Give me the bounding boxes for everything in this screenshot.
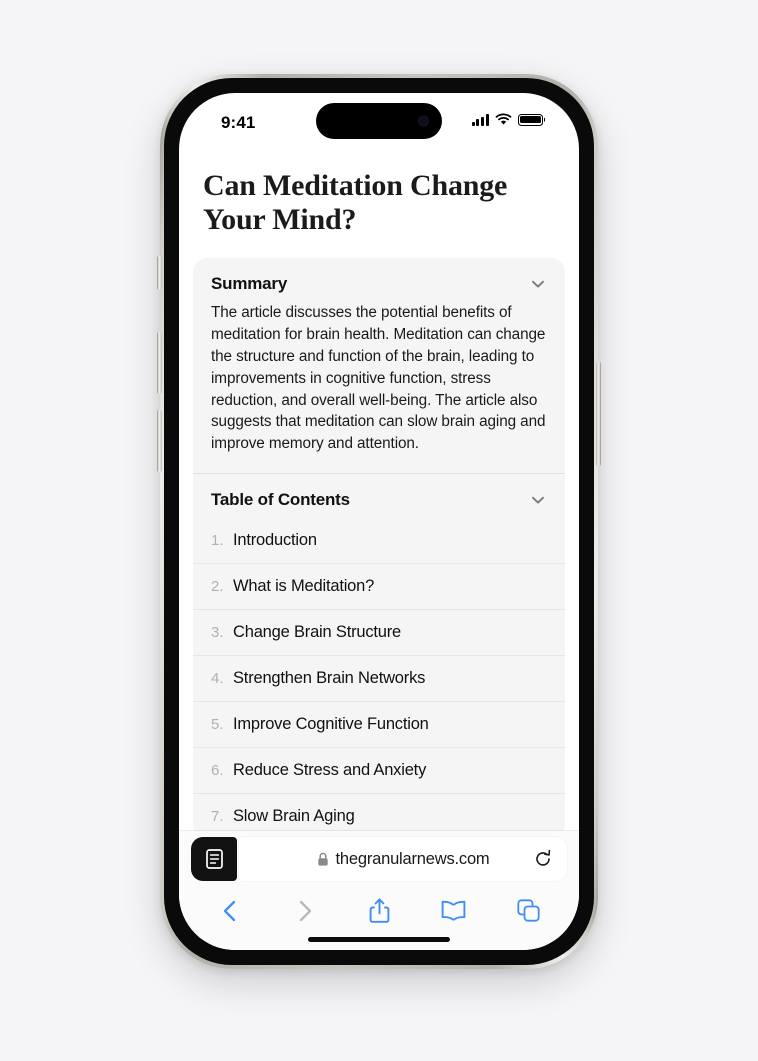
page-title: Can Meditation Change Your Mind? bbox=[203, 169, 508, 236]
summary-heading: Summary bbox=[211, 274, 288, 294]
status-bar-time: 9:41 bbox=[221, 113, 256, 132]
reader-mode-icon bbox=[205, 849, 223, 869]
power-button[interactable] bbox=[596, 362, 601, 466]
front-camera-icon bbox=[418, 115, 429, 127]
cellular-signal-icon bbox=[471, 114, 489, 126]
chevron-right-icon bbox=[299, 900, 311, 921]
list-item[interactable]: 3. Change Brain Structure bbox=[193, 609, 565, 655]
book-icon bbox=[441, 900, 466, 921]
toc-item-label: Improve Cognitive Function bbox=[233, 715, 429, 734]
table-of-contents-list: 1. Introduction 2. What is Meditation? 3… bbox=[193, 518, 565, 839]
lock-icon bbox=[317, 852, 328, 866]
status-bar: 9:41 bbox=[179, 93, 579, 149]
reader-summary-card: Summary The article discusses the potent… bbox=[193, 258, 565, 840]
list-item[interactable]: 2. What is Meditation? bbox=[193, 563, 565, 609]
toc-item-label: Introduction bbox=[233, 531, 317, 550]
chevron-left-icon bbox=[223, 900, 236, 921]
toc-item-number: 3. bbox=[211, 624, 224, 642]
volume-up-button[interactable] bbox=[157, 332, 162, 394]
toc-item-number: 2. bbox=[211, 578, 224, 596]
list-item[interactable]: 1. Introduction bbox=[193, 518, 565, 563]
iphone-device: 9:41 Can Meditation Change Your Mind? Su… bbox=[157, 74, 601, 969]
phone-bezel: 9:41 Can Meditation Change Your Mind? Su… bbox=[164, 78, 594, 965]
browser-bottom-bar: thegranularnews.com bbox=[179, 831, 579, 950]
chevron-down-icon[interactable] bbox=[529, 275, 547, 293]
battery-full-icon bbox=[518, 113, 543, 126]
address-bar-row: thegranularnews.com bbox=[191, 837, 567, 881]
tabs-button[interactable] bbox=[511, 894, 545, 928]
share-icon bbox=[369, 898, 389, 923]
toc-item-label: What is Meditation? bbox=[233, 577, 375, 596]
back-button[interactable] bbox=[213, 894, 247, 928]
reload-icon[interactable] bbox=[533, 849, 553, 869]
wifi-icon bbox=[495, 113, 512, 125]
summary-section-header[interactable]: Summary bbox=[193, 258, 565, 302]
dynamic-island bbox=[316, 103, 442, 139]
chevron-down-icon[interactable] bbox=[529, 491, 547, 509]
summary-text: The article discusses the potential bene… bbox=[211, 304, 546, 453]
share-button[interactable] bbox=[362, 894, 396, 928]
toc-item-label: Reduce Stress and Anxiety bbox=[233, 761, 427, 780]
url-input[interactable]: thegranularnews.com bbox=[239, 837, 567, 881]
toc-item-number: 4. bbox=[211, 670, 224, 688]
reader-mode-button[interactable] bbox=[191, 837, 237, 881]
toc-item-number: 6. bbox=[211, 762, 224, 780]
toc-item-number: 7. bbox=[211, 808, 224, 826]
toc-item-label: Strengthen Brain Networks bbox=[233, 669, 426, 688]
list-item[interactable]: 5. Improve Cognitive Function bbox=[193, 701, 565, 747]
toc-item-number: 5. bbox=[211, 716, 224, 734]
toc-item-label: Change Brain Structure bbox=[233, 623, 402, 642]
browser-toolbar bbox=[179, 881, 579, 933]
toc-section-header[interactable]: Table of Contents bbox=[193, 474, 565, 518]
bookmarks-button[interactable] bbox=[437, 894, 471, 928]
web-page-content: Can Meditation Change Your Mind? Summary… bbox=[179, 149, 579, 950]
list-item[interactable]: 6. Reduce Stress and Anxiety bbox=[193, 747, 565, 793]
home-indicator bbox=[308, 937, 450, 942]
toc-heading: Table of Contents bbox=[211, 490, 350, 510]
list-item[interactable]: 4. Strengthen Brain Networks bbox=[193, 655, 565, 701]
toc-item-number: 1. bbox=[211, 532, 224, 550]
tabs-icon bbox=[516, 899, 540, 922]
action-button[interactable] bbox=[157, 256, 162, 290]
forward-button[interactable] bbox=[288, 894, 322, 928]
toc-item-label: Slow Brain Aging bbox=[233, 807, 355, 826]
phone-screen: 9:41 Can Meditation Change Your Mind? Su… bbox=[179, 93, 579, 950]
volume-down-button[interactable] bbox=[157, 410, 162, 472]
status-bar-indicators bbox=[471, 113, 543, 126]
url-text: thegranularnews.com bbox=[335, 849, 490, 868]
